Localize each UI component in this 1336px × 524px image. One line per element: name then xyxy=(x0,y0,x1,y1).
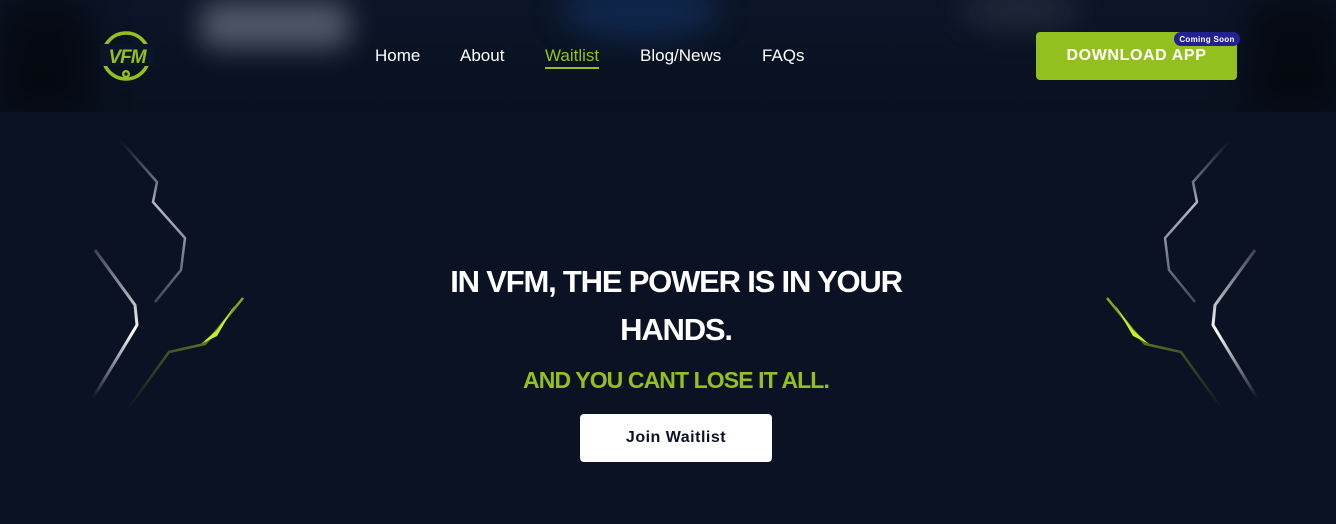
nav-faqs[interactable]: FAQs xyxy=(762,46,805,66)
lightning-decoration-right xyxy=(1090,130,1260,430)
nav-waitlist[interactable]: Waitlist xyxy=(545,46,600,69)
hero-headline-line1: IN VFM, THE POWER IS IN YOUR xyxy=(450,264,903,299)
download-app-label: DOWNLOAD APP xyxy=(1066,47,1207,64)
hero-tagline: AND YOU CANT LOSE IT ALL. xyxy=(523,367,830,393)
join-waitlist-button[interactable]: Join Waitlist xyxy=(580,414,772,462)
coming-soon-label: Coming Soon xyxy=(1179,34,1235,44)
site-header: VFM Home About Waitlist Blog/News FAQs D… xyxy=(0,0,1336,112)
coming-soon-badge: Coming Soon xyxy=(1174,32,1240,46)
join-waitlist-label: Join Waitlist xyxy=(625,429,727,446)
hero-headline: IN VFM, THE POWER IS IN YOUR HANDS. xyxy=(418,258,934,354)
nav-blog-news[interactable]: Blog/News xyxy=(640,46,721,66)
nav-about[interactable]: About xyxy=(460,46,504,66)
nav-waitlist-label: Waitlist xyxy=(545,46,600,65)
lightning-decoration-left xyxy=(85,130,255,430)
nav-home[interactable]: Home xyxy=(375,46,420,66)
hero-headline-line2: HANDS. xyxy=(620,312,733,347)
active-underline xyxy=(545,67,600,69)
page: VFM Home About Waitlist Blog/News FAQs D… xyxy=(0,0,1336,524)
